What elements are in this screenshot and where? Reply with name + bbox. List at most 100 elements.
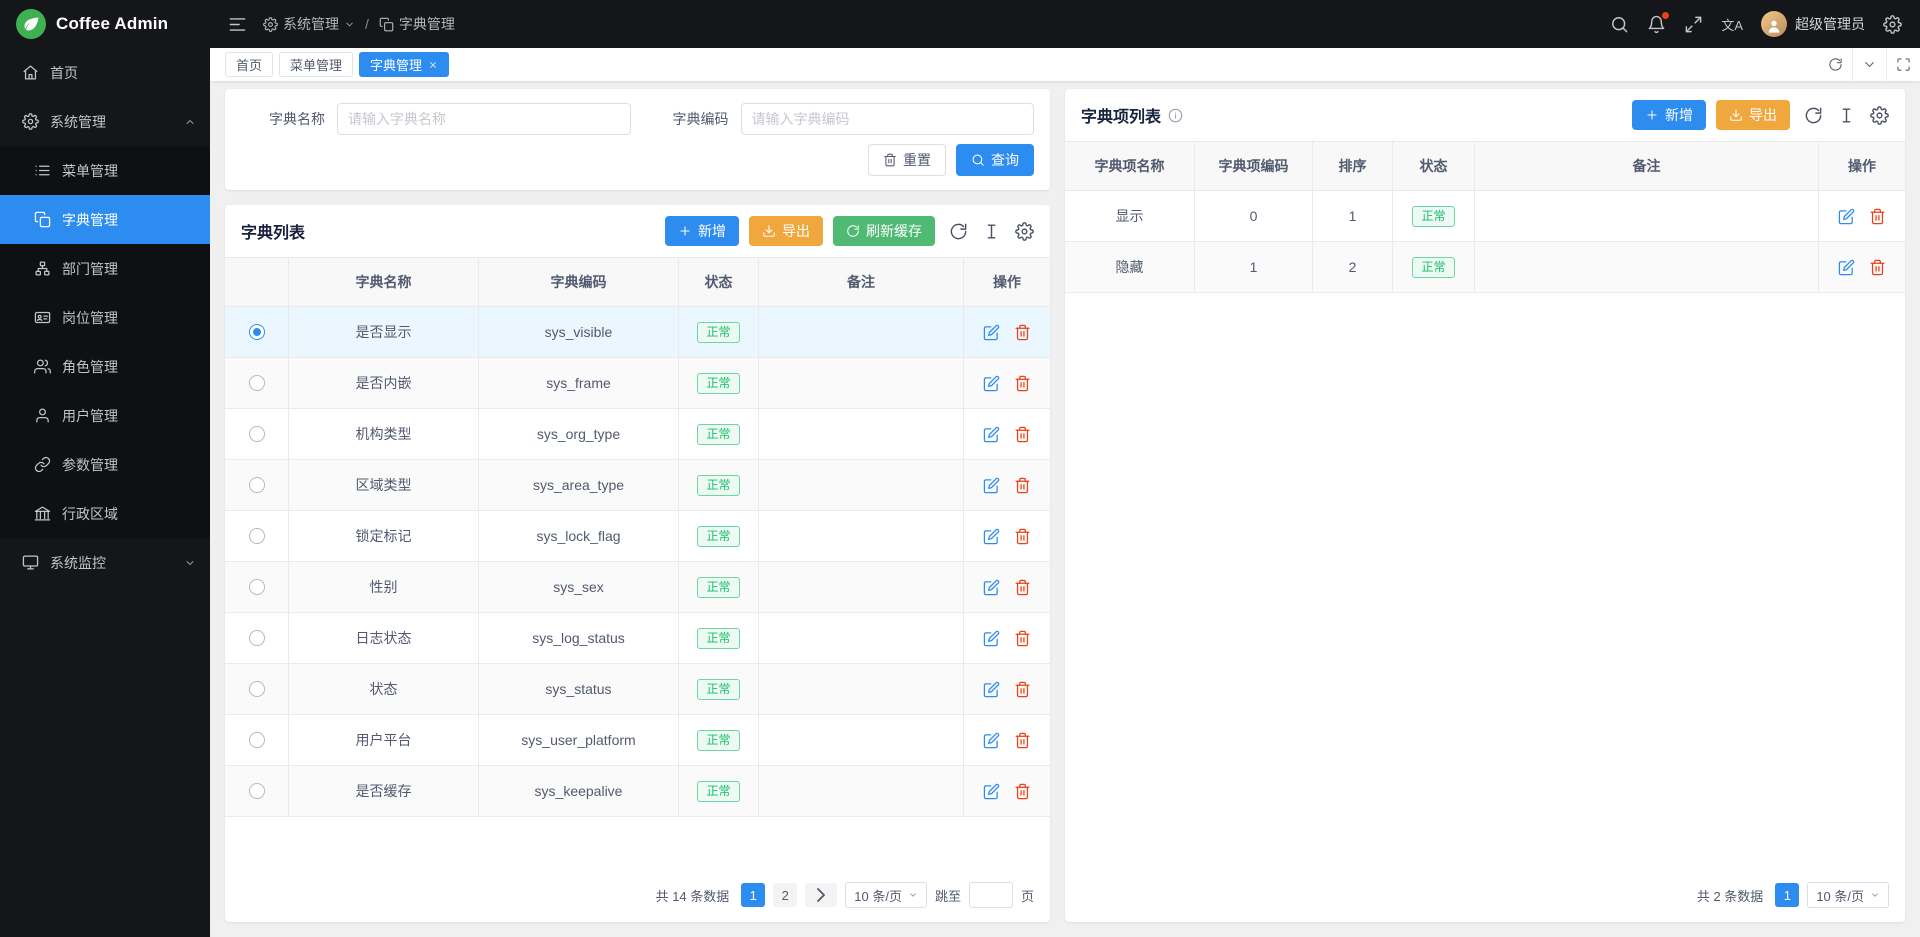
edit-row-button[interactable] bbox=[983, 681, 1000, 698]
close-icon[interactable] bbox=[428, 60, 438, 70]
table-row[interactable]: 是否内嵌sys_frame正常 bbox=[225, 358, 1050, 409]
notifications-button[interactable] bbox=[1647, 15, 1666, 34]
delete-row-button[interactable] bbox=[1014, 579, 1031, 596]
breadcrumb-system-management[interactable]: 系统管理 bbox=[263, 14, 355, 34]
delete-row-button[interactable] bbox=[1869, 259, 1886, 276]
sidebar-item-param-management[interactable]: 参数管理 bbox=[0, 440, 210, 489]
sidebar-item-dept-management[interactable]: 部门管理 bbox=[0, 244, 210, 293]
collapse-sidebar-button[interactable] bbox=[228, 15, 247, 34]
sidebar-item-home[interactable]: 首页 bbox=[0, 48, 210, 97]
add-dict-button[interactable]: 新增 bbox=[665, 216, 739, 246]
delete-row-button[interactable] bbox=[1869, 208, 1886, 225]
row-radio[interactable] bbox=[249, 630, 265, 646]
row-radio[interactable] bbox=[249, 528, 265, 544]
tab-home[interactable]: 首页 bbox=[225, 52, 273, 77]
row-radio[interactable] bbox=[249, 375, 265, 391]
row-radio[interactable] bbox=[249, 426, 265, 442]
cell-dict-code: sys_frame bbox=[479, 358, 679, 408]
table-row[interactable]: 机构类型sys_org_type正常 bbox=[225, 409, 1050, 460]
sidebar-item-role-management[interactable]: 角色管理 bbox=[0, 342, 210, 391]
delete-row-button[interactable] bbox=[1014, 681, 1031, 698]
table-settings-button[interactable] bbox=[1870, 106, 1889, 125]
sidebar-item-system-monitor[interactable]: 系统监控 bbox=[0, 538, 210, 587]
row-radio[interactable] bbox=[249, 732, 265, 748]
page-size-select[interactable]: 10 条/页 bbox=[1807, 882, 1889, 908]
edit-row-button[interactable] bbox=[983, 324, 1000, 341]
edit-row-button[interactable] bbox=[1838, 259, 1855, 276]
breadcrumb-dict-management[interactable]: 字典管理 bbox=[379, 14, 455, 34]
edit-row-button[interactable] bbox=[983, 783, 1000, 800]
tab-options-button[interactable] bbox=[1852, 48, 1886, 81]
delete-row-button[interactable] bbox=[1014, 630, 1031, 647]
delete-row-button[interactable] bbox=[1014, 324, 1031, 341]
table-settings-button[interactable] bbox=[1015, 222, 1034, 241]
refresh-tab-button[interactable] bbox=[1818, 48, 1852, 81]
delete-row-button[interactable] bbox=[1014, 477, 1031, 494]
edit-row-button[interactable] bbox=[983, 528, 1000, 545]
cell-dict-name: 日志状态 bbox=[289, 613, 479, 663]
page-button-2[interactable]: 2 bbox=[773, 883, 797, 907]
sidebar-item-dict-management[interactable]: 字典管理 bbox=[0, 195, 210, 244]
column-settings-button[interactable] bbox=[982, 222, 1001, 241]
delete-row-button[interactable] bbox=[1014, 732, 1031, 749]
user-menu[interactable]: 超级管理员 bbox=[1761, 11, 1865, 37]
row-radio[interactable] bbox=[249, 681, 265, 697]
table-row[interactable]: 隐藏12正常 bbox=[1065, 242, 1905, 293]
sidebar-item-user-management[interactable]: 用户管理 bbox=[0, 391, 210, 440]
edit-row-button[interactable] bbox=[1838, 208, 1855, 225]
cell-actions bbox=[964, 307, 1050, 357]
table-row[interactable]: 是否显示sys_visible正常 bbox=[225, 307, 1050, 358]
delete-row-button[interactable] bbox=[1014, 528, 1031, 545]
table-row[interactable]: 日志状态sys_log_status正常 bbox=[225, 613, 1050, 664]
table-row[interactable]: 用户平台sys_user_platform正常 bbox=[225, 715, 1050, 766]
table-row[interactable]: 状态sys_status正常 bbox=[225, 664, 1050, 715]
delete-row-button[interactable] bbox=[1014, 426, 1031, 443]
page-size-select[interactable]: 10 条/页 bbox=[845, 882, 927, 908]
refresh-table-button[interactable] bbox=[1804, 106, 1823, 125]
edit-row-button[interactable] bbox=[983, 375, 1000, 392]
jump-page-input[interactable] bbox=[969, 882, 1013, 908]
edit-row-button[interactable] bbox=[983, 477, 1000, 494]
table-row[interactable]: 是否缓存sys_keepalive正常 bbox=[225, 766, 1050, 817]
delete-row-button[interactable] bbox=[1014, 783, 1031, 800]
search-button[interactable] bbox=[1610, 15, 1629, 34]
sidebar-item-admin-region[interactable]: 行政区域 bbox=[0, 489, 210, 538]
row-radio[interactable] bbox=[249, 579, 265, 595]
page-button-1[interactable]: 1 bbox=[1775, 883, 1799, 907]
row-radio[interactable] bbox=[249, 324, 265, 340]
app-logo[interactable]: Coffee Admin bbox=[0, 0, 210, 48]
table-row[interactable]: 性别sys_sex正常 bbox=[225, 562, 1050, 613]
page-button-1[interactable]: 1 bbox=[741, 883, 765, 907]
edit-row-button[interactable] bbox=[983, 579, 1000, 596]
tab-dict-management[interactable]: 字典管理 bbox=[359, 52, 449, 77]
table-row[interactable]: 锁定标记sys_lock_flag正常 bbox=[225, 511, 1050, 562]
column-settings-button[interactable] bbox=[1837, 106, 1856, 125]
edit-row-button[interactable] bbox=[983, 732, 1000, 749]
row-radio[interactable] bbox=[249, 477, 265, 493]
delete-row-button[interactable] bbox=[1014, 375, 1031, 392]
table-row[interactable]: 区域类型sys_area_type正常 bbox=[225, 460, 1050, 511]
export-dict-item-button[interactable]: 导出 bbox=[1716, 100, 1790, 130]
next-page-button[interactable] bbox=[805, 883, 837, 907]
refresh-table-button[interactable] bbox=[949, 222, 968, 241]
query-button[interactable]: 查询 bbox=[956, 144, 1034, 176]
add-dict-item-button[interactable]: 新增 bbox=[1632, 100, 1706, 130]
tab-menu-management[interactable]: 菜单管理 bbox=[279, 52, 353, 77]
row-radio[interactable] bbox=[249, 783, 265, 799]
sidebar-item-system-management[interactable]: 系统管理 bbox=[0, 97, 210, 146]
refresh-cache-button[interactable]: 刷新缓存 bbox=[833, 216, 935, 246]
reset-button[interactable]: 重置 bbox=[868, 144, 946, 176]
sidebar-item-post-management[interactable]: 岗位管理 bbox=[0, 293, 210, 342]
edit-row-button[interactable] bbox=[983, 426, 1000, 443]
edit-row-button[interactable] bbox=[983, 630, 1000, 647]
fullscreen-button[interactable] bbox=[1684, 15, 1703, 34]
table-row[interactable]: 显示01正常 bbox=[1065, 191, 1905, 242]
search-form-card: 字典名称 字典编码 重置 查询 bbox=[225, 89, 1050, 190]
dict-name-input[interactable] bbox=[337, 103, 631, 135]
dict-code-input[interactable] bbox=[741, 103, 1035, 135]
translate-button[interactable]: 文A bbox=[1721, 15, 1743, 34]
settings-button[interactable] bbox=[1883, 15, 1902, 34]
toggle-content-fullscreen-button[interactable] bbox=[1886, 48, 1920, 81]
export-dict-button[interactable]: 导出 bbox=[749, 216, 823, 246]
sidebar-item-menu-management[interactable]: 菜单管理 bbox=[0, 146, 210, 195]
